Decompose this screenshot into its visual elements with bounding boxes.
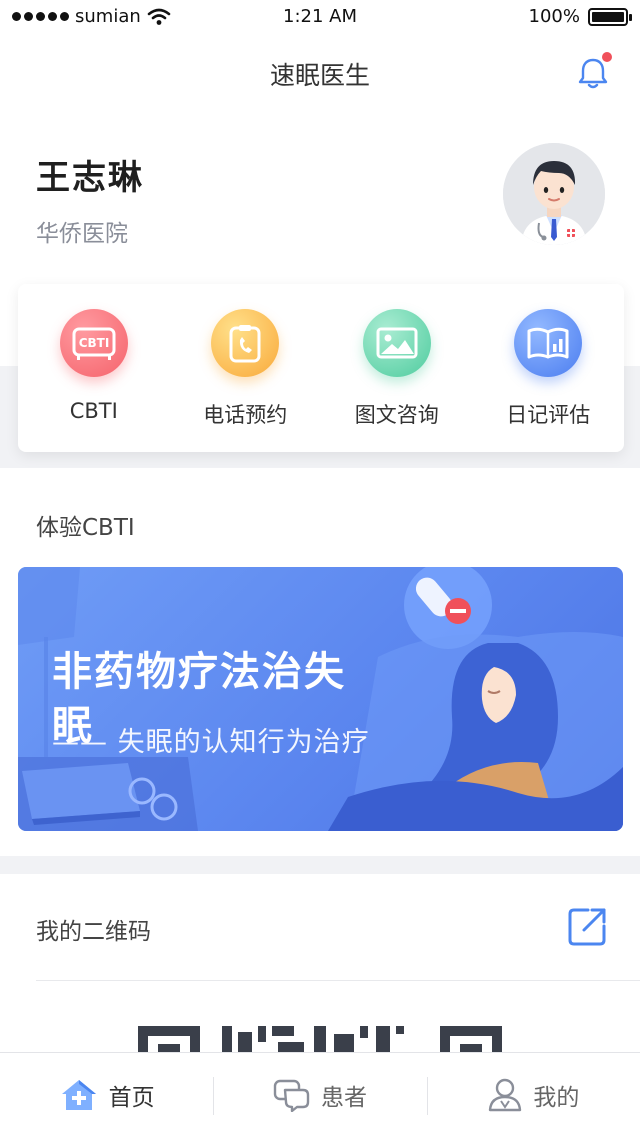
doctor-avatar-icon bbox=[503, 143, 605, 245]
share-icon bbox=[568, 908, 606, 946]
page-title: 速眠医生 bbox=[269, 61, 370, 90]
doctor-profile: 王志琳 华侨医院 bbox=[0, 112, 640, 292]
shortcut-cbti[interactable]: CBTI CBTI bbox=[18, 284, 170, 452]
tab-home[interactable]: 首页 bbox=[0, 1053, 213, 1136]
shortcut-label: CBTI bbox=[69, 399, 118, 423]
battery-fill bbox=[592, 11, 624, 22]
shortcut-image-consult[interactable]: 图文咨询 bbox=[321, 284, 473, 452]
share-button[interactable] bbox=[566, 906, 608, 948]
notification-button[interactable] bbox=[576, 52, 612, 90]
doctor-name: 王志琳 bbox=[36, 158, 144, 198]
battery-icon bbox=[588, 7, 632, 26]
status-bar: sumian 1:21 AM 100% bbox=[0, 0, 640, 34]
shortcut-label: 电话预约 bbox=[203, 403, 288, 427]
phone-clipboard-icon bbox=[211, 309, 280, 377]
avatar[interactable] bbox=[503, 143, 605, 245]
battery-percent: 100% bbox=[528, 6, 580, 27]
nav-bar: 速眠医生 bbox=[0, 34, 640, 112]
tab-label: 患者 bbox=[320, 1084, 367, 1111]
chat-bubbles-icon bbox=[273, 1079, 310, 1112]
qr-section-title: 我的二维码 bbox=[36, 919, 151, 945]
divider bbox=[36, 980, 640, 981]
hospital-name: 华侨医院 bbox=[36, 221, 128, 247]
section-separator bbox=[0, 856, 640, 874]
shortcut-label: 日记评估 bbox=[506, 403, 591, 427]
cbti-icon: CBTI bbox=[59, 309, 128, 377]
shortcut-card: CBTI CBTI 电话预约 图文咨询 日记评估 bbox=[18, 284, 624, 452]
tab-mine[interactable]: 我的 bbox=[426, 1053, 640, 1136]
shortcut-label: 图文咨询 bbox=[354, 403, 439, 427]
tab-label: 我的 bbox=[533, 1084, 580, 1111]
shortcut-phone-appointment[interactable]: 电话预约 bbox=[170, 284, 322, 452]
status-right: 100% bbox=[528, 6, 632, 27]
cbti-icon-text: CBTI bbox=[78, 336, 109, 350]
notification-dot bbox=[602, 52, 612, 62]
tab-label: 首页 bbox=[108, 1084, 155, 1111]
banner-subtitle: —— 失眠的认知行为治疗 bbox=[52, 727, 370, 758]
diary-chart-icon bbox=[514, 309, 583, 377]
tab-bar: 首页 患者 我的 bbox=[0, 1052, 640, 1136]
image-icon bbox=[362, 309, 431, 377]
person-icon bbox=[489, 1078, 522, 1111]
home-plus-icon bbox=[61, 1079, 96, 1110]
cbti-section-title: 体验CBTI bbox=[36, 515, 135, 541]
shortcut-diary-assessment[interactable]: 日记评估 bbox=[473, 284, 625, 452]
tab-patients[interactable]: 患者 bbox=[213, 1053, 426, 1136]
cbti-banner[interactable]: 非药物疗法治失眠 —— 失眠的认知行为治疗 bbox=[18, 567, 623, 831]
